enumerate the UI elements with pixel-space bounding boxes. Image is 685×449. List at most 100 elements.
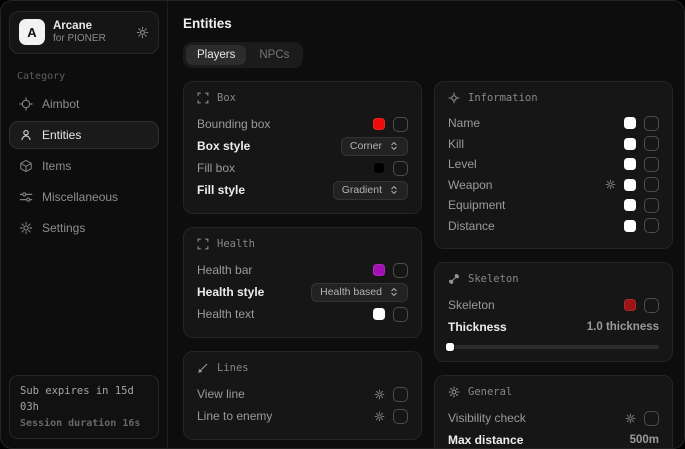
sidebar-item-label: Aimbot [42,97,79,111]
select-value: Health based [320,286,382,298]
checkbox[interactable] [393,409,408,424]
gear-icon[interactable] [374,389,385,400]
card-title: Health [217,238,255,250]
sidebar-item-label: Items [42,159,71,173]
sidebar-item-settings[interactable]: Settings [9,214,159,242]
row-view-line: View line [197,383,408,405]
color-swatch[interactable] [373,162,385,174]
checkbox[interactable] [644,136,659,151]
gear-icon [19,221,33,235]
subscription-card: Sub expires in 15d 03h Session duration … [9,375,159,439]
row-health-bar: Health bar [197,259,408,281]
color-swatch[interactable] [624,138,636,150]
gear-icon[interactable] [136,26,149,39]
skeleton-card-header: Skeleton [448,273,659,285]
general-card: General Visibility check [434,375,673,449]
color-swatch[interactable] [373,308,385,320]
gear-icon[interactable] [625,413,636,424]
box-style-select[interactable]: Corner [341,137,408,156]
gear-icon[interactable] [605,179,616,190]
lines-card: Lines View line [183,351,422,440]
checkbox[interactable] [393,161,408,176]
sub-expiry-text: Sub expires in 15d 03h [20,383,148,416]
sidebar: A Arcane for PIONER Category Aim [1,1,168,448]
checkbox[interactable] [644,177,659,192]
row-level: Level [448,154,659,175]
brand-title: Arcane [53,19,106,33]
color-swatch[interactable] [624,220,636,232]
row-equipment: Equipment [448,195,659,216]
general-card-header: General [448,386,659,398]
row-visibility-check: Visibility check [448,407,659,429]
select-value: Gradient [342,184,382,196]
fill-style-select[interactable]: Gradient [333,181,408,200]
checkbox[interactable] [644,411,659,426]
lines-card-header: Lines [197,362,408,374]
checkbox[interactable] [644,116,659,131]
checkbox[interactable] [644,298,659,313]
color-swatch[interactable] [624,117,636,129]
row-weapon: Weapon [448,175,659,196]
row-label: Max distance [448,433,523,447]
row-label: Health text [197,307,254,321]
color-swatch[interactable] [373,118,385,130]
row-label: Health bar [197,263,252,277]
crosshair-icon [19,97,33,111]
skeleton-card: Skeleton Skeleton Thickness 1.0 thicknes… [434,262,673,362]
row-health-style: Health style Health based [197,281,408,303]
thickness-value: 1.0 thickness [587,321,659,333]
sidebar-nav: Aimbot Entities Items [9,90,159,242]
checkbox[interactable] [644,218,659,233]
thickness-slider[interactable] [448,345,659,349]
color-swatch[interactable] [624,179,636,191]
box-card: Box Bounding box Box style Corner [183,81,422,214]
row-label: Box style [197,139,250,153]
row-label: View line [197,387,245,401]
health-style-select[interactable]: Health based [311,283,408,302]
row-label: Health style [197,285,264,299]
brand-card: A Arcane for PIONER [9,11,159,54]
sidebar-item-items[interactable]: Items [9,152,159,180]
checkbox[interactable] [393,117,408,132]
row-kill: Kill [448,134,659,155]
color-swatch[interactable] [373,264,385,276]
health-card-header: Health [197,238,408,250]
row-label: Weapon [448,178,492,192]
app-window: A Arcane for PIONER Category Aim [0,0,685,449]
row-label: Fill style [197,183,245,197]
sidebar-item-entities[interactable]: Entities [9,121,159,149]
row-label: Visibility check [448,411,526,425]
main-panel: Entities Players NPCs Box [168,1,684,448]
row-skeleton: Skeleton [448,294,659,316]
checkbox[interactable] [393,263,408,278]
sidebar-item-aimbot[interactable]: Aimbot [9,90,159,118]
row-max-distance: Max distance 500m [448,429,659,449]
checkbox[interactable] [644,157,659,172]
tab-npcs[interactable]: NPCs [248,45,300,65]
sidebar-item-miscellaneous[interactable]: Miscellaneous [9,183,159,211]
box-card-header: Box [197,92,408,104]
color-swatch[interactable] [624,158,636,170]
cube-icon [19,159,33,173]
scan-corners-icon [197,238,209,250]
card-title: Lines [217,362,249,374]
checkbox[interactable] [393,307,408,322]
sidebar-item-label: Entities [42,128,81,142]
color-swatch[interactable] [624,199,636,211]
unfold-icon [389,185,399,195]
slider-thumb[interactable] [446,343,454,351]
row-fill-style: Fill style Gradient [197,179,408,201]
entity-tabs: Players NPCs [183,42,303,68]
tab-players[interactable]: Players [186,45,246,65]
checkbox[interactable] [393,387,408,402]
checkbox[interactable] [644,198,659,213]
gear-icon[interactable] [374,411,385,422]
unfold-icon [389,141,399,151]
select-value: Corner [350,140,382,152]
max-distance-value: 500m [630,434,659,446]
sidebar-item-label: Miscellaneous [42,190,118,204]
color-swatch[interactable] [624,299,636,311]
information-icon [448,92,460,104]
row-thickness: Thickness 1.0 thickness [448,316,659,338]
row-distance: Distance [448,216,659,237]
